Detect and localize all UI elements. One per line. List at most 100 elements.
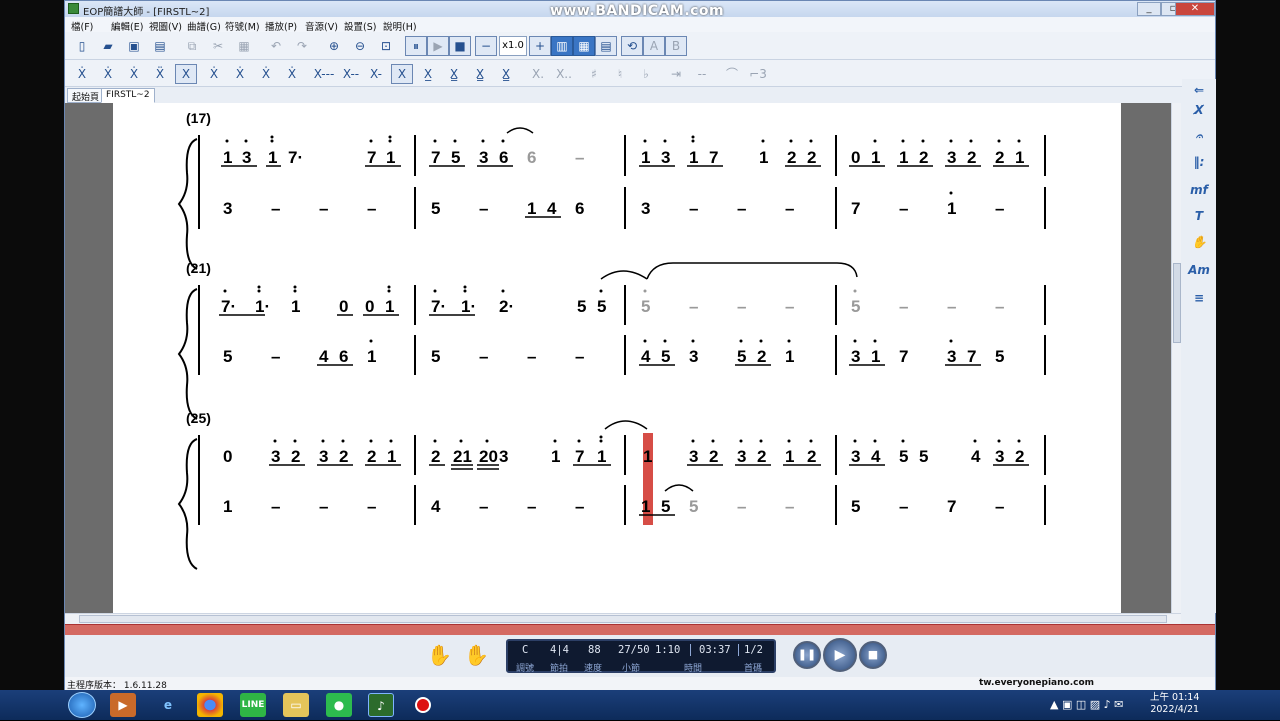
menu-settings[interactable]: 設置(S) (344, 19, 376, 33)
text-tool-icon[interactable]: T (1188, 209, 1210, 229)
menu-score[interactable]: 曲譜(G) (187, 19, 221, 33)
zoom-out-icon[interactable]: ⊖ (349, 36, 371, 56)
zoom-in-icon[interactable]: ⊕ (323, 36, 345, 56)
play-icon[interactable]: ▶ (427, 36, 449, 56)
stop-icon[interactable]: ■ (449, 36, 471, 56)
svg-text:1: 1 (597, 447, 606, 466)
svg-text:–: – (271, 497, 280, 516)
note-high3-icon[interactable]: Ẋ (71, 64, 93, 84)
metronome-icon[interactable]: ▤ (595, 36, 617, 56)
ie-browser-icon[interactable]: e (155, 693, 181, 717)
redo-icon[interactable]: ↷ (291, 36, 313, 56)
sharp-icon[interactable]: ♯ (583, 64, 605, 84)
tie-icon[interactable]: ⇥ (665, 64, 687, 84)
note-tool-icon[interactable]: X̸ (1188, 103, 1210, 123)
fermata-icon[interactable]: 𝄐 (1188, 129, 1210, 149)
playback-timeline[interactable] (65, 624, 1215, 635)
note-low3-icon[interactable]: Ẋ (255, 64, 277, 84)
double-dot-icon[interactable]: X.. (553, 64, 575, 84)
pause-icon[interactable]: ⏸ (405, 36, 427, 56)
score-page[interactable]: (17) 1 3 1 7· 71 7536 6– 1 3 1 7 1 2 2 0… (113, 103, 1121, 613)
speed-up-icon[interactable]: + (529, 36, 551, 56)
piano-roll-icon[interactable]: ▥ (551, 36, 573, 56)
tab-firstl2[interactable]: FIRSTL~2 (101, 88, 155, 103)
copy-icon[interactable]: ⧉ (181, 36, 203, 56)
horizontal-scroll-thumb[interactable] (79, 615, 1167, 623)
note-low4-icon[interactable]: Ẋ (281, 64, 303, 84)
undo-icon[interactable]: ↶ (265, 36, 287, 56)
taskbar-clock[interactable]: 上午 01:14 2022/4/21 (1150, 692, 1199, 716)
fit-page-icon[interactable]: ⊡ (375, 36, 397, 56)
hand-tool-icon[interactable]: ✋ (1188, 235, 1210, 255)
play-button[interactable]: ▶ (823, 638, 857, 672)
score-view-icon[interactable]: ▦ (573, 36, 595, 56)
sixtyfourth-note-icon[interactable]: X̳ (495, 64, 517, 84)
right-hand-icon[interactable]: ✋ (464, 643, 489, 667)
note-normal-icon[interactable]: X (175, 64, 197, 84)
paste-icon[interactable]: ▦ (233, 36, 255, 56)
note-low1-icon[interactable]: Ẋ (203, 64, 225, 84)
whole-note-icon[interactable]: X--- (311, 64, 337, 84)
repeat-icon[interactable]: ‖: (1188, 155, 1210, 175)
bandicam-record-icon[interactable] (410, 693, 436, 717)
speed-down-icon[interactable]: − (475, 36, 497, 56)
wechat-icon[interactable]: ● (326, 693, 352, 717)
triplet-icon[interactable]: ⌐3 (747, 64, 769, 84)
open-folder-icon[interactable]: ▰ (97, 36, 119, 56)
menu-sound[interactable]: 音源(V) (305, 19, 338, 33)
dynamics-icon[interactable]: mf (1188, 183, 1210, 203)
line-app-icon[interactable]: LINE (240, 693, 266, 717)
new-file-icon[interactable]: ▯ (71, 36, 93, 56)
start-button[interactable] (68, 692, 96, 718)
eop-app-icon[interactable]: ♪ (368, 693, 394, 717)
mark-b-icon[interactable]: B (665, 36, 687, 56)
svg-text:0: 0 (223, 447, 232, 466)
natural-icon[interactable]: ♮ (609, 64, 631, 84)
note-low2-icon[interactable]: Ẋ (229, 64, 251, 84)
horizontal-scrollbar[interactable] (65, 613, 1181, 624)
menu-edit[interactable]: 編輯(E) (111, 19, 143, 33)
media-player-icon[interactable]: ▶ (110, 693, 136, 717)
thirtysecond-note-icon[interactable]: X̳ (469, 64, 491, 84)
note-sharp-icon[interactable]: Ẍ (149, 64, 171, 84)
close-button[interactable]: ✕ (1175, 2, 1215, 16)
eighth-note-icon[interactable]: X̲ (417, 64, 439, 84)
left-hand-icon[interactable]: ✋ (427, 643, 452, 667)
file-explorer-icon[interactable]: ▭ (283, 693, 309, 717)
tab-start-page[interactable]: 起始頁 (67, 88, 105, 103)
half-note-icon[interactable]: X-- (339, 64, 363, 84)
svg-text:7: 7 (851, 199, 860, 218)
loop-icon[interactable]: ⟲ (621, 36, 643, 56)
lyrics-tool-icon[interactable]: ≡ (1188, 291, 1210, 311)
save-icon[interactable]: ▣ (123, 36, 145, 56)
chrome-icon[interactable] (197, 693, 223, 717)
flat-icon[interactable]: ♭ (635, 64, 657, 84)
menu-help[interactable]: 說明(H) (383, 19, 417, 33)
svg-text:7: 7 (899, 347, 908, 366)
collapse-arrow-icon[interactable]: ⇐ (1188, 83, 1210, 103)
system-tray[interactable]: ▲ ▣ ◫ ▨ ♪ ✉ (1050, 698, 1123, 711)
dotted-note-icon[interactable]: X- (365, 64, 387, 84)
pause-button[interactable]: ❚❚ (793, 641, 821, 669)
dot-icon[interactable]: X. (527, 64, 549, 84)
vertical-scrollbar[interactable] (1171, 103, 1181, 613)
menu-play[interactable]: 播放(P) (265, 19, 297, 33)
vertical-scroll-thumb[interactable] (1173, 263, 1181, 343)
note-high1-icon[interactable]: Ẋ (123, 64, 145, 84)
minimize-button[interactable]: _ (1137, 2, 1161, 16)
menu-file[interactable]: 檔(F) (71, 19, 93, 33)
menu-view[interactable]: 視圖(V) (149, 19, 182, 33)
quarter-note-icon[interactable]: X (391, 64, 413, 84)
note-high2-icon[interactable]: Ẋ (97, 64, 119, 84)
stop-button[interactable]: ■ (859, 641, 887, 669)
speed-field[interactable]: x1.0 (499, 36, 527, 56)
sixteenth-note-icon[interactable]: X̳ (443, 64, 465, 84)
svg-text:3: 3 (479, 148, 488, 167)
chord-tool-icon[interactable]: Am (1188, 263, 1210, 283)
print-icon[interactable]: ▤ (149, 36, 171, 56)
mark-a-icon[interactable]: A (643, 36, 665, 56)
menu-symbol[interactable]: 符號(M) (225, 19, 260, 33)
cut-icon[interactable]: ✂ (207, 36, 229, 56)
slur-icon[interactable]: ⌒ (721, 64, 743, 84)
dash-icon[interactable]: -- (691, 64, 713, 84)
